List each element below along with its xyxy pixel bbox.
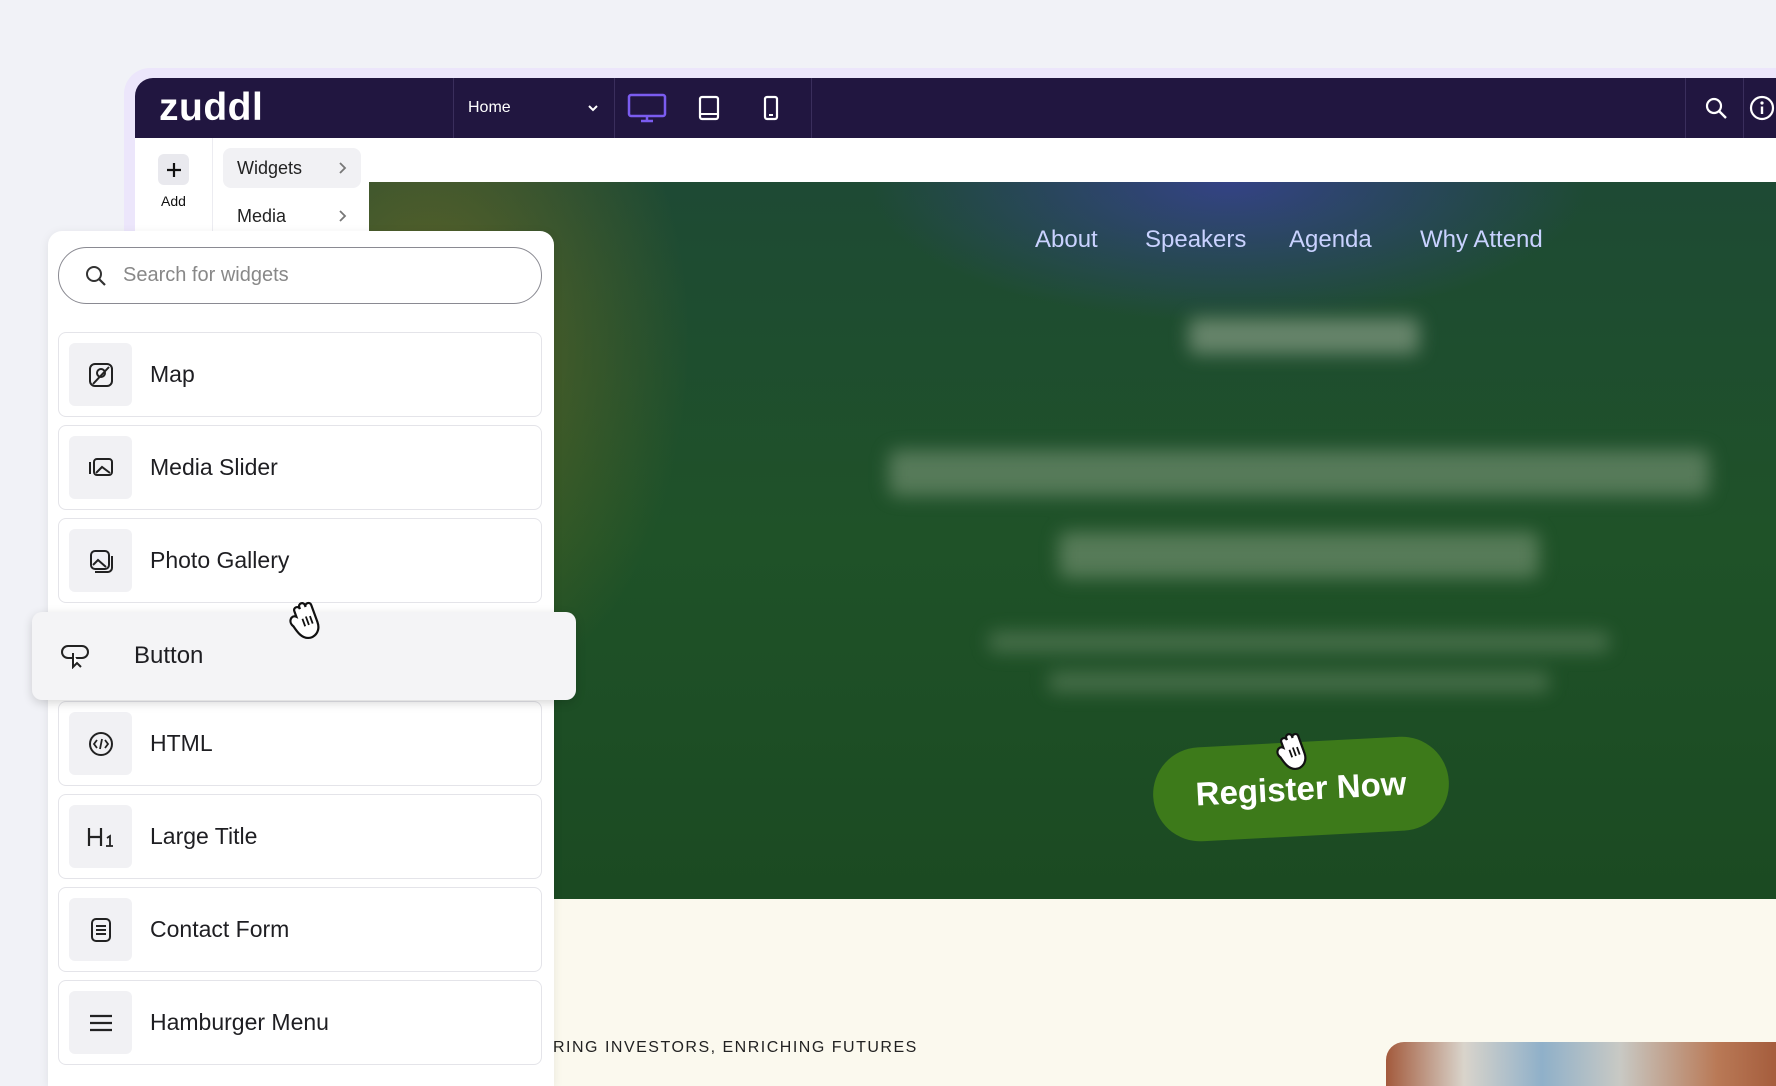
editor-topbar: zuddl Home [135,78,1776,138]
zuddl-logo: zuddl [159,86,264,129]
widget-label: Map [150,361,195,387]
chevron-right-icon [339,210,347,222]
desktop-icon [627,93,667,123]
grab-cursor-icon [289,601,320,640]
media-slider-icon [69,436,132,499]
contact-form-icon [69,898,132,961]
widget-label: Large Title [150,823,258,849]
tablet-icon [698,95,720,121]
widget-item-map[interactable]: Map [58,332,542,417]
button-icon [61,645,89,669]
section-image [1386,1042,1776,1086]
add-label: Add [161,193,186,209]
widget-label: Photo Gallery [150,547,290,573]
topbar-divider [1743,78,1744,138]
widget-item-html[interactable]: HTML [58,701,542,786]
mobile-icon [763,95,779,121]
grab-cursor-icon [1276,732,1307,771]
search-button[interactable] [1688,78,1744,138]
large-title-icon [69,805,132,868]
plus-icon [166,162,181,177]
tablet-view-button[interactable] [677,78,741,138]
page-selector-value: Home [468,99,511,116]
chevron-right-icon [339,162,347,174]
widget-search[interactable] [58,247,542,304]
widget-item-photo-gallery[interactable]: Photo Gallery [58,518,542,603]
hero-blurred-content [369,182,1776,742]
hamburger-menu-icon [69,991,132,1054]
search-icon [1705,97,1727,119]
canvas-header-strip [369,138,1776,183]
category-label: Widgets [237,157,303,178]
widget-label: Media Slider [150,454,278,480]
widget-label: Button [134,642,204,669]
mobile-view-button[interactable] [739,78,803,138]
desktop-view-button[interactable] [615,78,679,138]
info-button[interactable] [1747,78,1776,138]
content-section: RING INVESTORS, ENRICHING FUTURES [369,899,1776,1086]
widget-item-large-title[interactable]: Large Title [58,794,542,879]
widget-item-media-slider[interactable]: Media Slider [58,425,542,510]
photo-gallery-icon [69,529,132,592]
add-button[interactable] [158,154,189,185]
app-window: zuddl Home About Speakers Agenda Why Att… [0,0,1776,1086]
category-menu: Widgets Media [212,138,369,233]
section-tagline: RING INVESTORS, ENRICHING FUTURES [553,1039,918,1056]
category-widgets[interactable]: Widgets [223,148,361,188]
widget-item-hamburger-menu[interactable]: Hamburger Menu [58,980,542,1065]
widget-label: Contact Form [150,916,290,942]
category-media[interactable]: Media [223,196,361,236]
add-sidebar: Add [135,138,212,233]
widget-search-input[interactable] [123,264,503,287]
widget-label: HTML [150,730,213,756]
topbar-divider [811,78,812,138]
info-icon [1749,95,1774,121]
search-icon [86,265,106,286]
page-selector[interactable]: Home [453,78,615,138]
chevron-down-icon [588,105,598,112]
html-code-icon [69,712,132,775]
topbar-divider [1685,78,1686,138]
hero-section[interactable]: About Speakers Agenda Why Attend Registe… [369,182,1776,899]
widget-item-contact-form[interactable]: Contact Form [58,887,542,972]
category-label: Media [237,205,287,226]
map-icon [69,343,132,406]
widget-label: Hamburger Menu [150,1009,329,1035]
